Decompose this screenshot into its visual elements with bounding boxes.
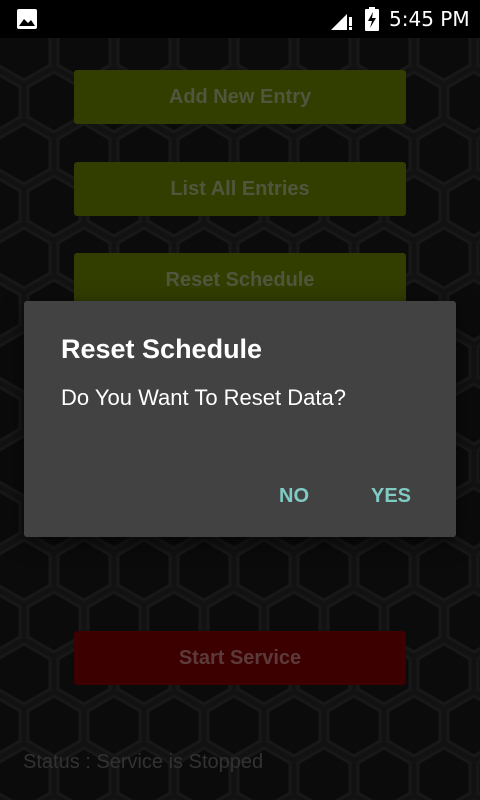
dialog-title: Reset Schedule [61,334,263,364]
battery-charging-icon [365,7,379,31]
reset-dialog: Reset Schedule Do You Want To Reset Data… [24,301,456,537]
dialog-no-button[interactable]: NO [271,481,317,512]
signal-icon [331,14,352,30]
status-bar: 5:45 PM [0,0,480,38]
image-icon [17,9,37,29]
app-screen: 5:45 PM Add New Entry List All Entries R… [0,0,480,800]
dialog-message: Do You Want To Reset Data? [61,385,346,410]
dialog-yes-button[interactable]: YES [363,481,419,512]
status-bar-time: 5:45 PM [389,7,470,31]
